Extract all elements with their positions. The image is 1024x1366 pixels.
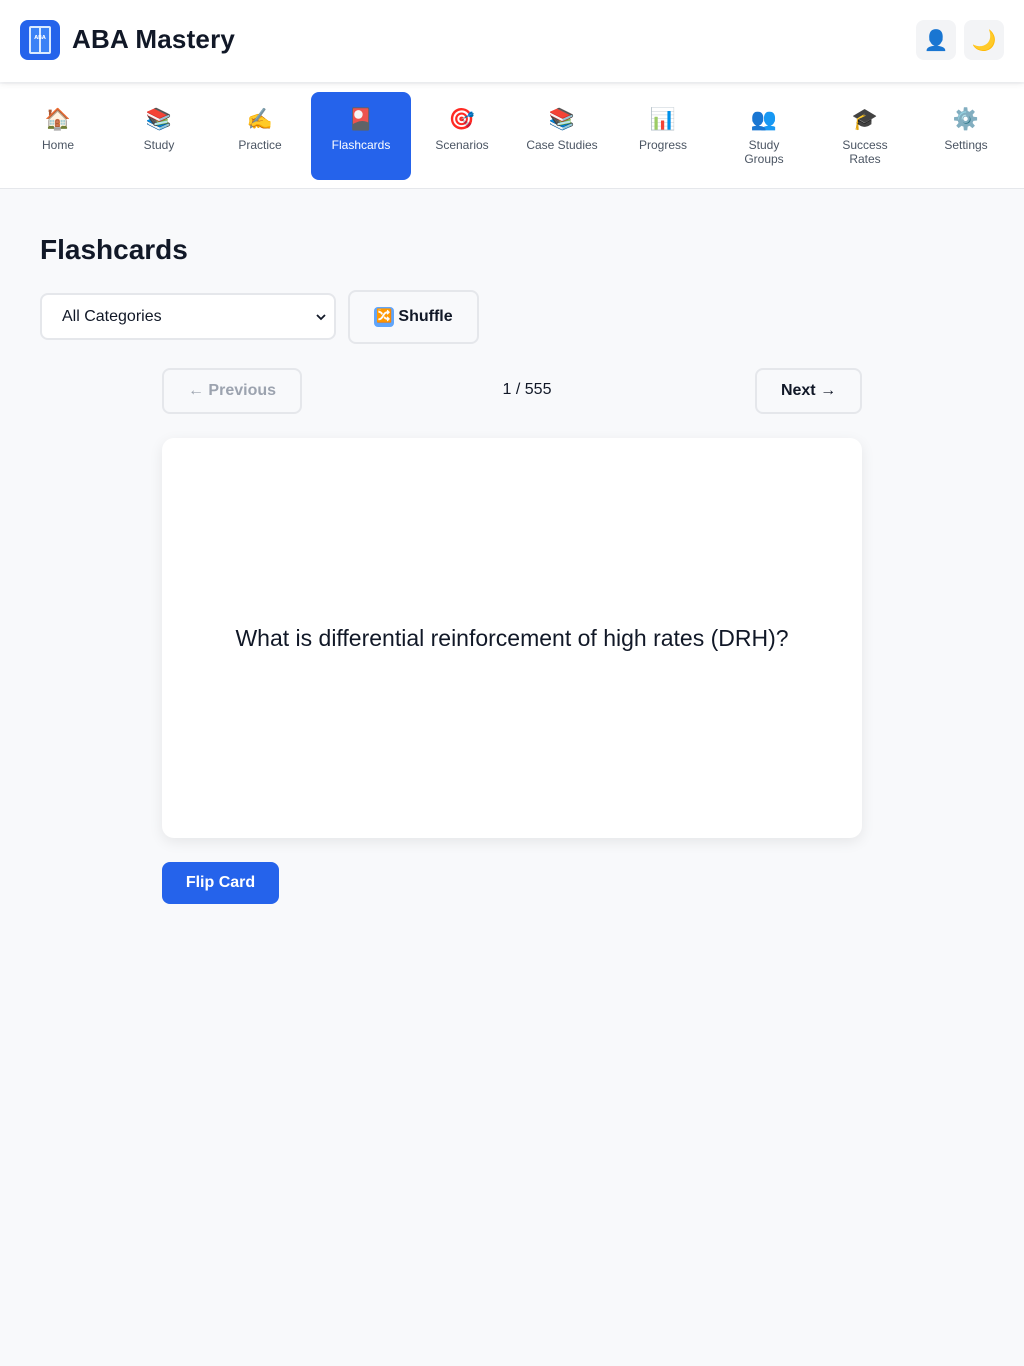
app-logo[interactable]: ABA [20,20,60,60]
page-title: Flashcards [40,234,188,265]
nav-item-scenarios[interactable]: 🎯 Scenarios [412,92,512,180]
app-header: ABA ABA Mastery 👤 🌙 [0,0,1024,82]
nav-label: Success Rates [842,138,888,166]
nav-item-case-studies[interactable]: 📚 Case Studies [512,92,612,180]
nav-item-progress[interactable]: 📊 Progress [613,92,713,180]
books-icon: 📚 [145,107,173,131]
nav-item-study[interactable]: 📚 Study [109,92,209,180]
logo-text: ABA [34,35,46,41]
target-icon: 🎯 [448,107,476,131]
nav-label: Flashcards [331,138,391,152]
nav-label: Study Groups [744,138,784,166]
bar-chart-icon: 📊 [649,107,677,131]
nav-label: Scenarios [435,138,489,152]
gear-icon: ⚙️ [952,107,980,131]
shuffle-label: Shuffle [398,308,453,325]
chevron-down-icon [316,314,326,321]
nav-label: Settings [944,138,988,152]
shuffle-icon: 🔀 [374,307,395,327]
graduation-cap-icon: 🎓 [851,107,879,131]
nav-item-settings[interactable]: ⚙️ Settings [916,92,1016,180]
category-select[interactable]: All Categories [40,293,336,340]
books-icon: 📚 [548,107,576,131]
nav-label: Progress [638,138,688,152]
people-icon: 👥 [750,107,778,131]
writing-hand-icon: ✍️ [246,107,274,131]
flashcard[interactable]: What is differential reinforcement of hi… [162,438,862,838]
main-nav: 🏠 Home 📚 Study ✍️ Practice 🎴 Flashcards … [0,84,1024,189]
nav-item-study-groups[interactable]: 👥 Study Groups [714,92,814,180]
nav-item-success-rates[interactable]: 🎓 Success Rates [815,92,915,180]
nav-label: Home [41,138,74,152]
flashcard-icon: 🎴 [347,107,375,131]
flashcard-question: What is differential reinforcement of hi… [235,624,789,651]
book-icon: ABA [29,26,51,54]
app-title: ABA Mastery [72,24,236,54]
nav-item-flashcards[interactable]: 🎴 Flashcards [311,92,411,180]
home-icon: 🏠 [44,107,72,131]
nav-item-home[interactable]: 🏠 Home [8,92,108,180]
shuffle-button[interactable]: 🔀 Shuffle [348,290,479,344]
nav-label: Practice [238,138,282,152]
dark-mode-toggle-icon[interactable]: 🌙 [964,20,1004,60]
nav-item-practice[interactable]: ✍️ Practice [210,92,310,180]
nav-label: Case Studies [526,138,598,152]
nav-label: Study [143,138,175,152]
user-icon[interactable]: 👤 [916,20,956,60]
next-button[interactable]: Next → [755,368,862,414]
card-counter: 1 / 555 [502,381,552,398]
flip-card-button[interactable]: Flip Card [162,862,279,904]
previous-button[interactable]: ← Previous [162,368,302,414]
category-select-value: All Categories [62,308,162,325]
